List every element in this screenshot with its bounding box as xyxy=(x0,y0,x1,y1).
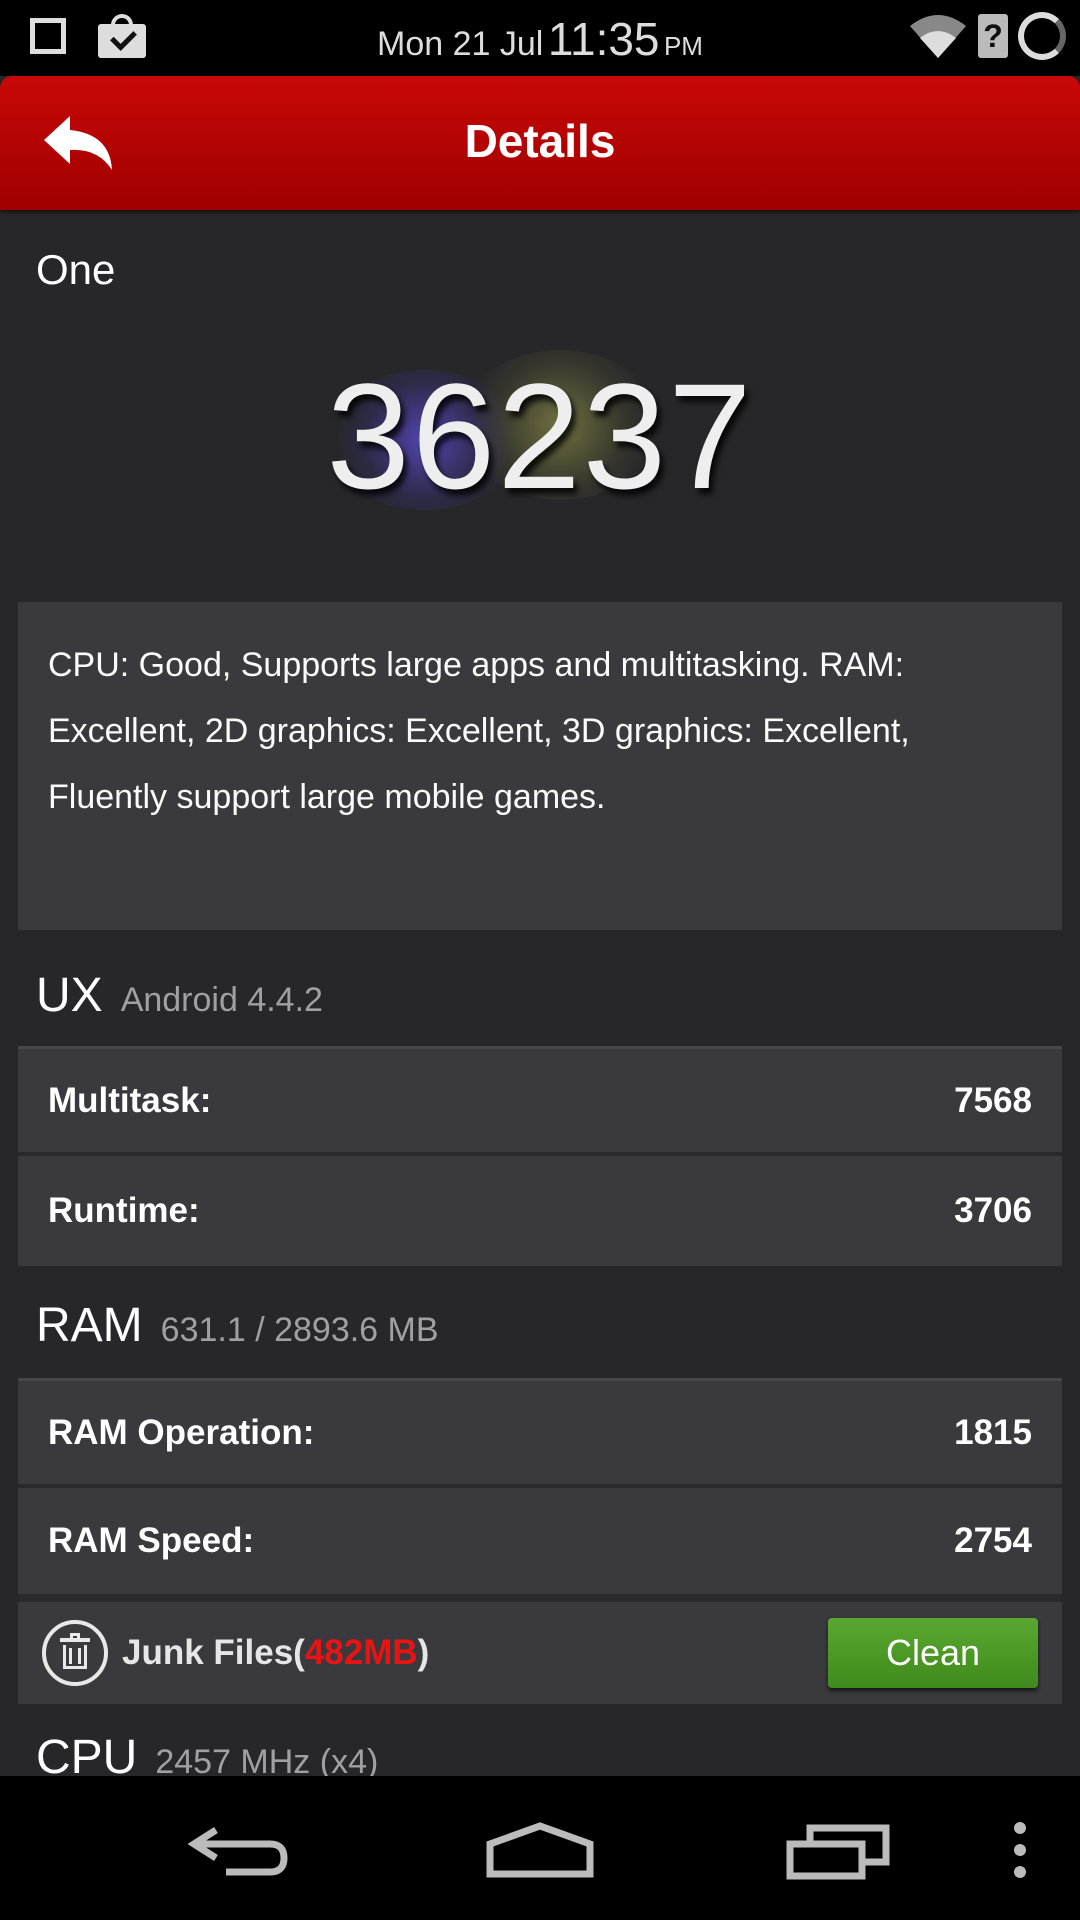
multitask-value: 7568 xyxy=(954,1080,1032,1120)
junk-prefix: Junk Files( xyxy=(122,1633,305,1672)
description-card: CPU: Good, Supports large apps and multi… xyxy=(18,602,1062,930)
runtime-label: Runtime: xyxy=(48,1191,200,1230)
junk-size: 482MB xyxy=(304,1633,418,1672)
overflow-menu-icon[interactable] xyxy=(1010,1820,1030,1880)
loading-ring-icon xyxy=(1018,12,1066,60)
device-name: One xyxy=(36,246,116,293)
ux-title: UX xyxy=(36,969,103,1022)
title-bar: Details xyxy=(0,76,1080,210)
ram-speed-label: RAM Speed: xyxy=(48,1521,255,1560)
description-text: CPU: Good, Supports large apps and multi… xyxy=(48,646,910,816)
junk-suffix: ) xyxy=(417,1633,430,1672)
nav-home-icon[interactable] xyxy=(484,1820,596,1880)
nav-back-icon[interactable] xyxy=(186,1824,292,1880)
clean-button[interactable]: Clean xyxy=(828,1618,1038,1688)
ram-section-header: RAM 631.1 / 2893.6 MB xyxy=(36,1298,439,1353)
junk-files-row: Junk Files(482MB) Clean xyxy=(18,1598,1062,1704)
runtime-row: Runtime: 3706 xyxy=(18,1156,1062,1266)
ram-speed-row: RAM Speed: 2754 xyxy=(18,1488,1062,1598)
runtime-value: 3706 xyxy=(954,1191,1032,1230)
navigation-bar xyxy=(0,1776,1080,1920)
status-ampm: PM xyxy=(663,31,703,61)
wifi-icon xyxy=(910,15,966,58)
unknown-sim-icon: ? xyxy=(978,14,1008,58)
multitask-row: Multitask: 7568 xyxy=(18,1046,1062,1156)
status-time: 11:35 xyxy=(547,13,660,65)
ram-title: RAM xyxy=(36,1299,143,1352)
junk-files-label: Junk Files(482MB) xyxy=(122,1633,429,1673)
ram-speed-value: 2754 xyxy=(954,1521,1032,1560)
ram-operation-label: RAM Operation: xyxy=(48,1412,315,1452)
nav-recents-icon[interactable] xyxy=(786,1820,892,1880)
android-version: Android 4.4.2 xyxy=(120,981,323,1019)
status-date: Mon 21 Jul xyxy=(377,25,544,63)
status-bar: Mon 21 Jul 11:35 PM ? xyxy=(0,0,1080,76)
ram-usage: 631.1 / 2893.6 MB xyxy=(160,1311,439,1349)
score-display: 36237 xyxy=(0,350,1080,520)
total-score: 36237 xyxy=(326,352,754,520)
ram-card: RAM Operation: 1815 RAM Speed: 2754 Junk… xyxy=(18,1378,1062,1704)
multitask-label: Multitask: xyxy=(48,1080,212,1120)
page-title: Details xyxy=(464,115,616,167)
ram-operation-value: 1815 xyxy=(954,1412,1032,1452)
trash-icon xyxy=(42,1620,108,1686)
ram-operation-row: RAM Operation: 1815 xyxy=(18,1378,1062,1488)
ux-card: Multitask: 7568 Runtime: 3706 xyxy=(18,1046,1062,1266)
ux-section-header: UX Android 4.4.2 xyxy=(36,968,323,1023)
